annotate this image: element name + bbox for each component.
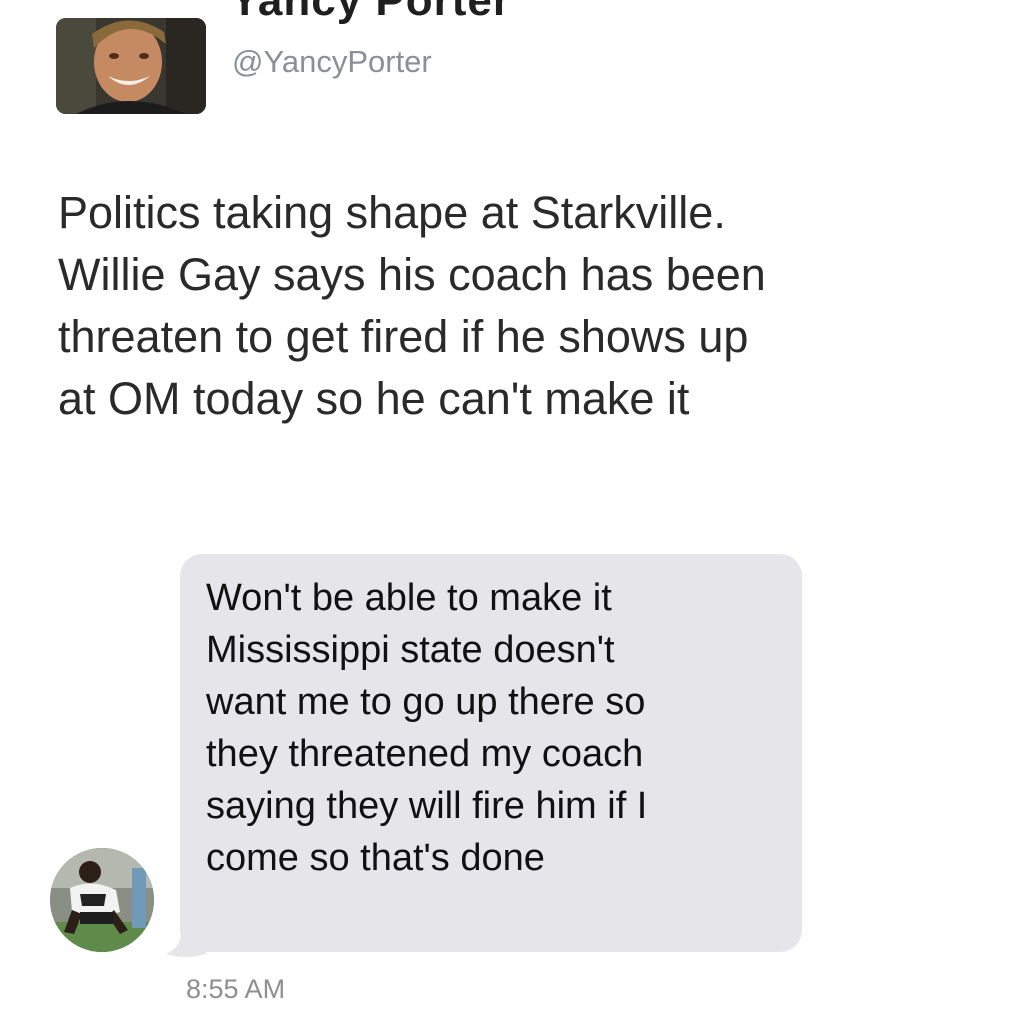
author-handle[interactable]: @YancyPorter — [232, 44, 432, 80]
profile-photo-icon — [56, 18, 206, 114]
author-display-name[interactable]: Yancy Porter — [230, 0, 511, 26]
profile-photo-icon — [50, 848, 154, 952]
message-timestamp: 8:55 AM — [186, 974, 286, 1004]
author-avatar[interactable] — [56, 18, 206, 114]
tweet-header: Yancy Porter @YancyPorter — [56, 0, 956, 120]
message-text: Won't be able to make it Mississippi sta… — [206, 577, 648, 879]
tweet-text: Politics taking shape at Starkville. Wil… — [58, 187, 766, 424]
message-row: Won't be able to make it Mississippi sta… — [0, 550, 1024, 1020]
sender-avatar[interactable] — [50, 848, 154, 952]
